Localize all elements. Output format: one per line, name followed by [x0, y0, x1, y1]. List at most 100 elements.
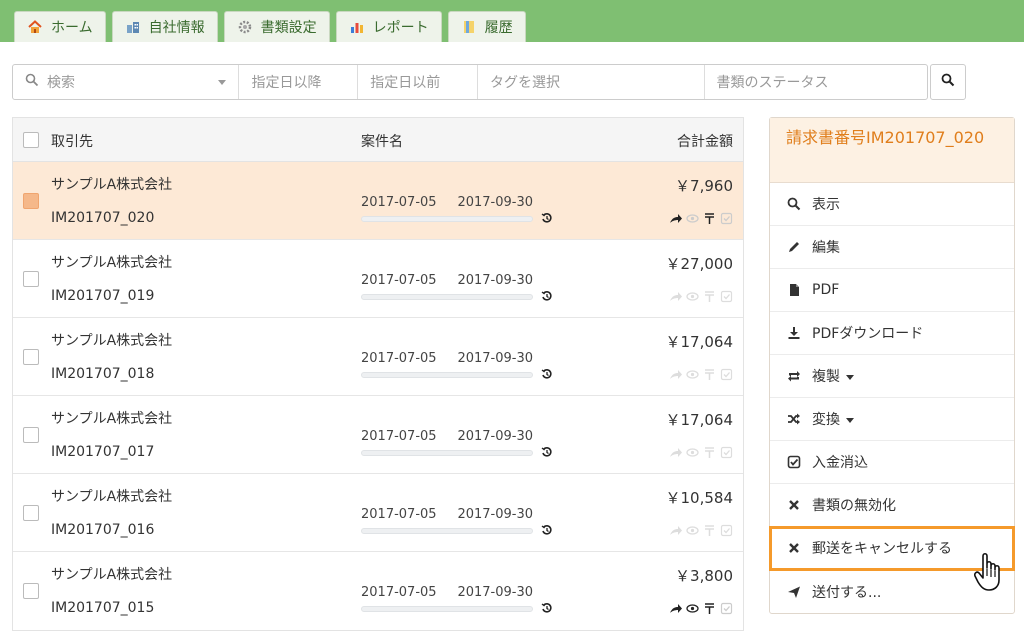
row-start-date: 2017-07-05 — [361, 507, 437, 522]
row-end-date: 2017-09-30 — [457, 585, 533, 600]
search-button[interactable] — [930, 64, 966, 100]
view-button[interactable]: 表示 — [770, 183, 1014, 226]
history-icon[interactable] — [541, 446, 553, 458]
table-row[interactable]: サンプルA株式会社 IM201707_019 2017-07-05 2017-09… — [13, 240, 743, 318]
edit-button[interactable]: 編集 — [770, 226, 1014, 269]
row-period: 2017-07-05 2017-09-30 — [361, 507, 533, 522]
row-checkbox[interactable] — [23, 505, 39, 521]
column-header-case: 案件名 — [361, 134, 403, 150]
row-document-number[interactable]: IM201707_017 — [51, 444, 154, 460]
cancel-postal-mail-label: 郵送をキャンセルする — [812, 541, 952, 557]
row-client: サンプルA株式会社 — [51, 333, 173, 349]
invalidate-document-label: 書類の無効化 — [812, 498, 896, 514]
column-header-total: 合計金額 — [677, 134, 733, 150]
history-icon[interactable] — [541, 212, 553, 224]
table-header: 取引先 案件名 合計金額 — [13, 118, 743, 162]
pdf-button[interactable]: PDF — [770, 269, 1014, 312]
retweet-icon — [786, 368, 802, 384]
search-icon — [941, 73, 955, 91]
tag-placeholder: タグを選択 — [490, 75, 561, 91]
row-period-bar — [361, 528, 533, 534]
postal-icon — [703, 602, 716, 615]
x-icon — [786, 497, 802, 513]
document-table: 取引先 案件名 合計金額 サンプルA株式会社 IM201707_020 2017… — [12, 117, 744, 631]
row-period-bar — [361, 216, 533, 222]
tab-history[interactable]: 履歴 — [447, 11, 526, 42]
row-document-number[interactable]: IM201707_020 — [51, 210, 154, 226]
status-select[interactable]: 書類のステータス — [705, 65, 928, 99]
tab-document-settings[interactable]: 書類設定 — [223, 11, 330, 42]
tab-company[interactable]: 自社情報 — [111, 11, 218, 42]
row-checkbox[interactable] — [23, 583, 39, 599]
viewed-icon — [686, 290, 699, 303]
chevron-down-icon — [846, 374, 854, 380]
send-icon — [786, 584, 802, 600]
row-status-icons — [669, 212, 733, 225]
pencil-icon — [786, 239, 802, 255]
history-icon[interactable] — [541, 524, 553, 536]
row-checkbox[interactable] — [23, 271, 39, 287]
invalidate-document-button[interactable]: 書類の無効化 — [770, 484, 1014, 527]
convert-dropdown-button[interactable]: 変換 — [770, 398, 1014, 441]
row-document-number[interactable]: IM201707_015 — [51, 600, 154, 616]
row-period: 2017-07-05 2017-09-30 — [361, 351, 533, 366]
row-client: サンプルA株式会社 — [51, 567, 173, 583]
postal-icon — [703, 290, 716, 303]
history-icon[interactable] — [541, 368, 553, 380]
row-amount: ￥17,064 — [665, 411, 734, 429]
row-amount: ￥7,960 — [675, 177, 733, 195]
duplicate-dropdown-button[interactable]: 複製 — [770, 355, 1014, 398]
select-all-checkbox[interactable] — [23, 132, 39, 148]
row-document-number[interactable]: IM201707_018 — [51, 366, 154, 382]
chevron-down-icon — [846, 417, 854, 423]
row-checkbox[interactable] — [23, 427, 39, 443]
sent-arrow-icon — [669, 602, 682, 615]
row-checkbox[interactable] — [23, 349, 39, 365]
chevron-down-icon — [218, 79, 227, 85]
postal-icon — [703, 446, 716, 459]
row-client: サンプルA株式会社 — [51, 489, 173, 505]
keyword-search-placeholder: 検索 — [47, 75, 75, 91]
table-row[interactable]: サンプルA株式会社 IM201707_020 2017-07-05 2017-09… — [13, 162, 743, 240]
row-document-number[interactable]: IM201707_016 — [51, 522, 154, 538]
keyword-search-select[interactable]: 検索 — [13, 65, 240, 99]
table-row[interactable]: サンプルA株式会社 IM201707_016 2017-07-05 2017-09… — [13, 474, 743, 552]
row-period-bar — [361, 450, 533, 456]
row-checkbox[interactable] — [23, 193, 39, 209]
tab-report[interactable]: レポート — [335, 11, 442, 42]
top-nav-bar: ホーム 自社情報 書類設定 レポート 履歴 — [0, 0, 1024, 42]
history-icon[interactable] — [541, 290, 553, 302]
row-period: 2017-07-05 2017-09-30 — [361, 585, 533, 600]
row-client: サンプルA株式会社 — [51, 177, 173, 193]
row-document-number[interactable]: IM201707_019 — [51, 288, 154, 304]
row-status-icons — [669, 446, 733, 459]
payment-reconcile-label: 入金消込 — [812, 455, 868, 471]
payment-reconcile-button[interactable]: 入金消込 — [770, 441, 1014, 484]
viewed-icon — [686, 602, 699, 615]
row-period: 2017-07-05 2017-09-30 — [361, 273, 533, 288]
tab-history-label: 履歴 — [484, 20, 513, 36]
viewed-icon — [686, 368, 699, 381]
row-end-date: 2017-09-30 — [457, 429, 533, 444]
pdf-download-button[interactable]: PDFダウンロード — [770, 312, 1014, 355]
row-status-icons — [669, 602, 733, 615]
table-row[interactable]: サンプルA株式会社 IM201707_017 2017-07-05 2017-09… — [13, 396, 743, 474]
gear-icon — [237, 19, 253, 35]
status-placeholder: 書類のステータス — [716, 75, 829, 91]
sent-arrow-icon — [669, 290, 682, 303]
tab-home[interactable]: ホーム — [14, 11, 106, 42]
shuffle-icon — [786, 411, 802, 427]
table-row[interactable]: サンプルA株式会社 IM201707_015 2017-07-05 2017-09… — [13, 552, 743, 630]
tag-select[interactable]: タグを選択 — [478, 65, 705, 99]
file-icon — [786, 282, 802, 298]
row-period-bar — [361, 372, 533, 378]
row-amount: ￥10,584 — [665, 489, 734, 507]
date-from-field[interactable]: 指定日以降 — [239, 65, 359, 99]
history-icon[interactable] — [541, 602, 553, 614]
date-to-field[interactable]: 指定日以前 — [358, 65, 479, 99]
row-start-date: 2017-07-05 — [361, 351, 437, 366]
table-row[interactable]: サンプルA株式会社 IM201707_018 2017-07-05 2017-09… — [13, 318, 743, 396]
x-icon — [786, 540, 802, 556]
nav-tabs: ホーム 自社情報 書類設定 レポート 履歴 — [14, 11, 526, 42]
row-period-bar — [361, 294, 533, 300]
